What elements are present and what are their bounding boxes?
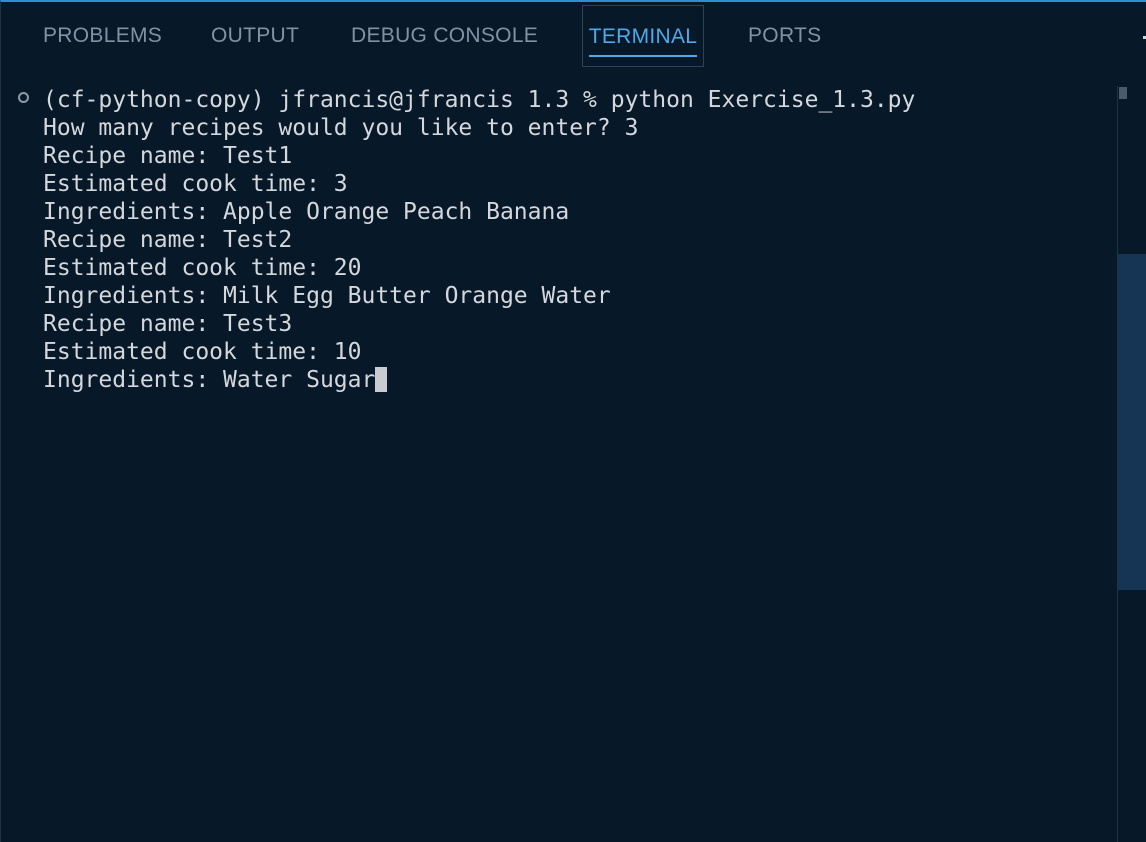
tab-terminal-label: TERMINAL	[588, 25, 698, 48]
active-tab-indicator	[589, 55, 697, 57]
panel-tab-bar: PROBLEMS OUTPUT DEBUG CONSOLE TERMINAL P…	[1, 2, 1146, 70]
terminal-panel: PROBLEMS OUTPUT DEBUG CONSOLE TERMINAL P…	[0, 0, 1146, 842]
terminal-line: Ingredients: Milk Egg Butter Orange Wate…	[43, 283, 611, 309]
scrollbar-marker	[1119, 87, 1127, 99]
terminal-line: Recipe name: Test2	[43, 227, 293, 253]
terminal-output[interactable]: (cf-python-copy) jfrancis@jfrancis 1.3 %…	[1, 86, 1111, 842]
tab-problems[interactable]: PROBLEMS	[43, 5, 162, 67]
terminal-line: Recipe name: Test3	[43, 311, 293, 337]
tab-debug-console[interactable]: DEBUG CONSOLE	[351, 5, 538, 67]
scrollbar-thumb[interactable]	[1118, 254, 1146, 590]
terminal-line: Estimated cook time: 10	[43, 339, 362, 365]
terminal-line-input[interactable]: Ingredients: Water Sugar	[43, 366, 388, 394]
terminal-line: Ingredients: Apple Orange Peach Banana	[43, 199, 570, 225]
terminal-line: Recipe name: Test1	[43, 143, 293, 169]
terminal-input-text: Ingredients: Water Sugar	[43, 367, 376, 393]
terminal-line: Estimated cook time: 3	[43, 171, 348, 197]
block-cursor	[375, 367, 388, 392]
terminal-line: Estimated cook time: 20	[43, 255, 362, 281]
tab-output[interactable]: OUTPUT	[211, 5, 299, 67]
terminal-line: How many recipes would you like to enter…	[43, 115, 639, 141]
tab-terminal[interactable]: TERMINAL	[582, 5, 704, 67]
tab-ports[interactable]: PORTS	[748, 5, 821, 67]
terminal-line-command: (cf-python-copy) jfrancis@jfrancis 1.3 %…	[43, 87, 916, 113]
